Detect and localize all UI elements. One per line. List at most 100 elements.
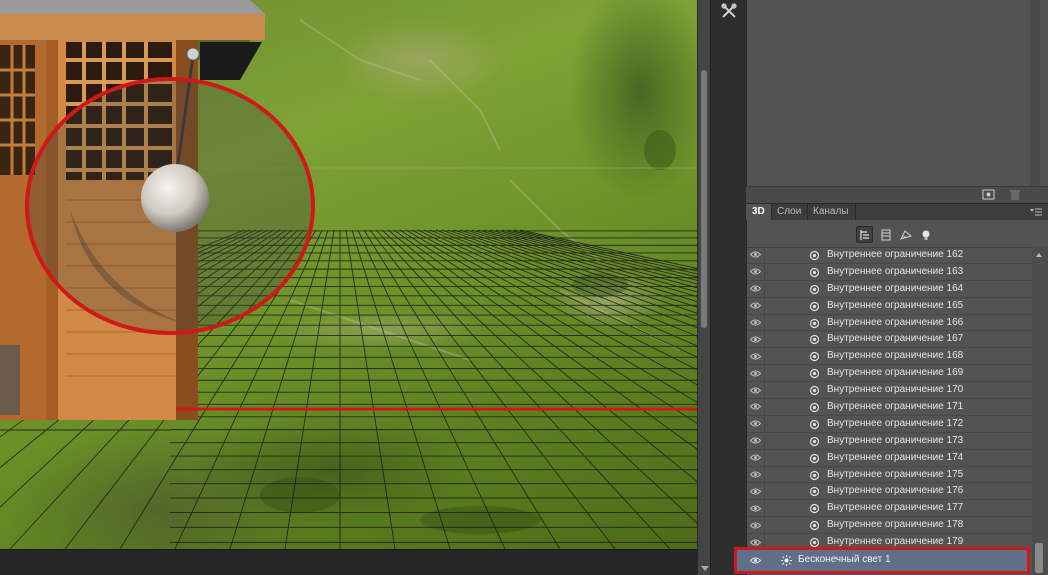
visibility-eye-icon[interactable] bbox=[746, 550, 764, 571]
scene-item-row[interactable]: Внутреннее ограничение 166 bbox=[747, 314, 1032, 332]
constraint-icon bbox=[809, 419, 820, 430]
panel-menu-icon[interactable] bbox=[1030, 208, 1042, 219]
constraint-icon bbox=[809, 520, 820, 531]
visibility-eye-icon[interactable] bbox=[747, 297, 765, 314]
visibility-eye-icon[interactable] bbox=[747, 348, 765, 365]
visibility-eye-icon[interactable] bbox=[747, 500, 765, 517]
scene-item-row[interactable]: Внутреннее ограничение 177 bbox=[747, 500, 1032, 518]
scene-item-label: Внутреннее ограничение 162 bbox=[827, 249, 964, 260]
visibility-eye-icon[interactable] bbox=[747, 280, 765, 297]
panel-dock-strip bbox=[710, 0, 746, 575]
visibility-eye-icon[interactable] bbox=[747, 382, 765, 399]
visibility-eye-icon[interactable] bbox=[747, 314, 765, 331]
properties-footer bbox=[746, 186, 1048, 203]
scene-list-scroll-thumb[interactable] bbox=[1035, 543, 1043, 573]
constraint-icon bbox=[809, 284, 820, 295]
scene-item-label: Внутреннее ограничение 167 bbox=[827, 333, 964, 345]
properties-scrollbar[interactable] bbox=[1030, 0, 1040, 186]
constraint-icon bbox=[809, 250, 820, 261]
scene-item-label: Внутреннее ограничение 163 bbox=[827, 265, 964, 277]
visibility-eye-icon[interactable] bbox=[747, 466, 765, 483]
scene-item-row[interactable]: Внутреннее ограничение 176 bbox=[747, 483, 1032, 501]
constraint-icon bbox=[809, 486, 820, 497]
visibility-eye-icon[interactable] bbox=[747, 331, 765, 348]
scene-item-label: Внутреннее ограничение 175 bbox=[827, 468, 964, 480]
scene-filter-bar bbox=[747, 220, 1048, 248]
scene-item-row[interactable]: Внутреннее ограничение 169 bbox=[747, 365, 1032, 383]
scene-item-label: Внутреннее ограничение 164 bbox=[827, 282, 964, 294]
scene-list-scrollbar[interactable] bbox=[1032, 247, 1048, 575]
visibility-eye-icon[interactable] bbox=[747, 247, 765, 263]
constraint-icon bbox=[809, 334, 820, 345]
scroll-down-arrow-icon[interactable] bbox=[701, 566, 709, 571]
canvas-status-bar bbox=[0, 549, 697, 575]
scene-item-label: Внутреннее ограничение 170 bbox=[827, 384, 964, 396]
scene-item-row[interactable]: Внутреннее ограничение 178 bbox=[747, 517, 1032, 535]
document-canvas[interactable] bbox=[0, 0, 697, 549]
scene-item-row[interactable]: Внутреннее ограничение 168 bbox=[747, 348, 1032, 366]
scene-item-infinite-light[interactable]: Бесконечный свет 1 bbox=[734, 547, 1030, 574]
whole-scene-filter-icon[interactable] bbox=[856, 226, 873, 243]
scene-item-label: Внутреннее ограничение 172 bbox=[827, 417, 964, 429]
scene-item-label: Внутреннее ограничение 166 bbox=[827, 316, 964, 328]
constraint-icon bbox=[809, 385, 820, 396]
scene-item-label: Внутреннее ограничение 168 bbox=[827, 350, 964, 362]
visibility-eye-icon[interactable] bbox=[747, 483, 765, 500]
scene-item-row[interactable]: Внутреннее ограничение 172 bbox=[747, 415, 1032, 433]
scene-item-row[interactable]: Внутреннее ограничение 173 bbox=[747, 432, 1032, 450]
visibility-eye-icon[interactable] bbox=[747, 263, 765, 280]
canvas-vertical-scrollbar[interactable] bbox=[697, 0, 710, 575]
scene-item-label: Бесконечный свет 1 bbox=[798, 554, 891, 565]
visibility-eye-icon[interactable] bbox=[747, 415, 765, 432]
visibility-eye-icon[interactable] bbox=[747, 449, 765, 466]
visibility-eye-icon[interactable] bbox=[747, 365, 765, 382]
visibility-eye-icon[interactable] bbox=[747, 399, 765, 415]
scene-item-label: Внутреннее ограничение 171 bbox=[827, 401, 964, 413]
scene-item-row[interactable]: Внутреннее ограничение 171 bbox=[747, 399, 1032, 416]
properties-panel bbox=[746, 0, 1048, 186]
scene-item-row[interactable]: Внутреннее ограничение 165 bbox=[747, 297, 1032, 315]
scene-item-row[interactable]: Внутреннее ограничение 163 bbox=[747, 263, 1032, 281]
scroll-up-arrow-icon[interactable] bbox=[1036, 253, 1042, 257]
tab-channels[interactable]: Каналы bbox=[807, 204, 856, 221]
scene-item-list: Внутреннее ограничение 162 Внутреннее огр… bbox=[747, 247, 1032, 551]
scene-artwork bbox=[0, 0, 697, 549]
constraint-icon bbox=[809, 301, 820, 312]
constraint-icon bbox=[809, 368, 820, 379]
tab-3d[interactable]: 3D bbox=[746, 204, 772, 221]
scene-item-row[interactable]: Внутреннее ограничение 174 bbox=[747, 449, 1032, 467]
visibility-eye-icon[interactable] bbox=[747, 432, 765, 449]
constraint-icon bbox=[809, 402, 820, 413]
scene-item-row[interactable]: Внутреннее ограничение 164 bbox=[747, 280, 1032, 298]
new-item-icon[interactable] bbox=[982, 189, 996, 201]
constraint-icon bbox=[809, 470, 820, 481]
scene-item-row[interactable]: Внутреннее ограничение 170 bbox=[747, 382, 1032, 400]
constraint-icon bbox=[809, 351, 820, 362]
panel-tabs: 3D Слои Каналы bbox=[746, 203, 1048, 221]
visibility-eye-icon[interactable] bbox=[747, 517, 765, 534]
infinite-light-icon bbox=[781, 555, 792, 569]
scrollbar-thumb[interactable] bbox=[701, 70, 707, 328]
constraint-icon bbox=[809, 436, 820, 447]
constraint-icon bbox=[809, 503, 820, 514]
scene-item-row[interactable]: Внутреннее ограничение 167 bbox=[747, 331, 1032, 349]
scene-item-label: Внутреннее ограничение 169 bbox=[827, 367, 964, 379]
tab-layers[interactable]: Слои bbox=[771, 204, 809, 221]
constraint-icon bbox=[809, 453, 820, 464]
3d-panel: Внутреннее ограничение 162 Внутреннее огр… bbox=[746, 220, 1048, 575]
meshes-filter-icon[interactable] bbox=[877, 226, 894, 243]
scene-item-label: Внутреннее ограничение 174 bbox=[827, 451, 964, 463]
scene-item-label: Внутреннее ограничение 173 bbox=[827, 434, 964, 446]
scene-item-row[interactable]: Внутреннее ограничение 162 bbox=[747, 247, 1032, 264]
lights-filter-icon[interactable] bbox=[917, 226, 934, 243]
scene-item-label: Внутреннее ограничение 178 bbox=[827, 519, 964, 531]
scene-item-row[interactable]: Внутреннее ограничение 175 bbox=[747, 466, 1032, 484]
scene-item-label: Внутреннее ограничение 176 bbox=[827, 485, 964, 497]
constraint-icon bbox=[809, 318, 820, 329]
trash-icon[interactable] bbox=[1008, 189, 1022, 201]
constraint-icon bbox=[809, 267, 820, 278]
scene-item-label: Внутреннее ограничение 179 bbox=[827, 536, 964, 548]
scene-item-label: Внутреннее ограничение 177 bbox=[827, 502, 964, 514]
tools-icon[interactable] bbox=[717, 0, 741, 22]
materials-filter-icon[interactable] bbox=[897, 226, 914, 243]
